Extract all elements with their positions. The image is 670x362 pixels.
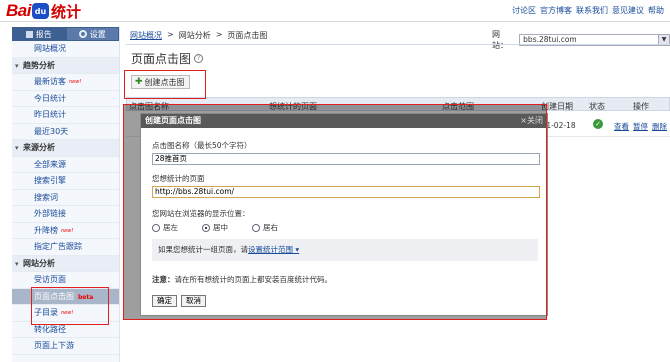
- sidebar-item[interactable]: 网站概况: [12, 41, 119, 58]
- sidebar-item[interactable]: 搜索引擎: [12, 173, 119, 190]
- sidebar-item-label: 升降榜: [34, 225, 58, 235]
- baidu-tongji-logo[interactable]: Bai du 统计: [6, 1, 81, 21]
- top-header: Bai du 统计 讨论区 官方博客 联系我们 意见建议 帮助: [0, 0, 670, 22]
- annotation-box-sidebar-heatmap: [31, 287, 109, 325]
- top-link-feedback[interactable]: 意见建议: [612, 5, 644, 16]
- baidu-paw-icon: du: [31, 3, 49, 19]
- col-status: 状态: [589, 102, 605, 111]
- tab-settings[interactable]: 设置: [65, 27, 119, 41]
- sidebar-item-label: 搜索词: [34, 192, 58, 202]
- sidebar-item-label: 网站概况: [34, 44, 66, 53]
- sidebar-item[interactable]: 搜索词: [12, 190, 119, 206]
- sidebar-item-label: 搜索引擎: [34, 176, 66, 185]
- site-dropdown-value: bbs.28tui.com: [523, 35, 577, 44]
- sidebar-item-label: 指定广告跟踪: [34, 242, 82, 251]
- action-view[interactable]: 查看: [614, 121, 629, 132]
- sidebar-item[interactable]: 今日统计: [12, 91, 119, 107]
- sidebar-item[interactable]: 指定广告跟踪: [12, 239, 119, 256]
- sidebar-item-label: 受访页面: [34, 275, 66, 284]
- tab-report[interactable]: 报告: [12, 27, 66, 41]
- sidebar-item-label: 转化路径: [34, 324, 66, 334]
- tab-settings-label: 设置: [89, 29, 106, 39]
- sidebar-item-label: 外部链接: [34, 209, 66, 218]
- sidebar-item[interactable]: 页面上下游: [12, 338, 119, 355]
- breadcrumb-current: 页面点击图: [227, 31, 268, 40]
- sidebar-item[interactable]: 昨日统计: [12, 107, 119, 124]
- logo-text-bai: Bai: [6, 1, 31, 20]
- top-link-blog[interactable]: 官方博客: [540, 5, 572, 16]
- top-links: 讨论区 官方博客 联系我们 意见建议 帮助: [512, 5, 664, 16]
- breadcrumb-separator-icon: >: [167, 30, 174, 39]
- top-link-help[interactable]: 帮助: [648, 5, 664, 16]
- action-delete[interactable]: 删除: [652, 121, 667, 132]
- logo-text-tongji: 统计: [50, 2, 81, 21]
- new-badge: new!: [69, 79, 82, 85]
- sidebar-item[interactable]: 外部链接: [12, 206, 119, 223]
- annotation-box-create-button: [124, 70, 206, 99]
- breadcrumb-analysis: 网站分析: [178, 31, 211, 40]
- tab-report-label: 报告: [35, 29, 52, 39]
- sidebar-item-label: 最近30天: [34, 126, 69, 136]
- top-link-forum[interactable]: 讨论区: [512, 5, 536, 16]
- sidebar-item[interactable]: 最近30天: [12, 124, 119, 140]
- sidebar-item-label: 趋势分析: [23, 60, 55, 70]
- breadcrumb-overview[interactable]: 网站概况: [130, 30, 162, 41]
- help-icon[interactable]: ?: [194, 54, 204, 63]
- page-title-text: 页面点击图: [131, 52, 192, 66]
- sidebar-group[interactable]: 趋势分析: [12, 57, 119, 74]
- sidebar-item-label: 最新访客: [34, 77, 66, 86]
- report-icon: [25, 30, 33, 38]
- sidebar-item-label: 全部来源: [34, 159, 66, 169]
- sidebar-item[interactable]: 升降榜 new!: [12, 223, 119, 239]
- sidebar-item-label: 页面上下游: [34, 341, 74, 350]
- new-badge: new!: [61, 227, 74, 234]
- sidebar-tabs: 报告 设置: [12, 27, 119, 41]
- annotation-box-dialog: [123, 104, 547, 320]
- divider: [126, 44, 670, 45]
- site-select-label: 网站：: [492, 30, 508, 50]
- site-selector: 网站： bbs.28tui.com ▼: [492, 29, 670, 51]
- sidebar-group[interactable]: 来源分析: [12, 140, 119, 157]
- sidebar-item[interactable]: 最新访客 new!: [12, 74, 119, 91]
- sidebar-group[interactable]: 网站分析: [12, 255, 119, 272]
- sidebar-item-label: 今日统计: [34, 93, 66, 103]
- status-ok-icon: ✓: [593, 119, 603, 129]
- gear-icon: [78, 30, 87, 38]
- action-pause[interactable]: 暂停: [633, 121, 648, 132]
- breadcrumb-separator-icon: >: [215, 30, 223, 39]
- page-title: 页面点击图 ?: [131, 50, 204, 67]
- breadcrumb: 网站概况 > 网站分析 > 页面点击图: [130, 30, 267, 41]
- sidebar-item-label: 昨日统计: [34, 110, 66, 119]
- col-actions: 操作: [633, 102, 649, 111]
- sidebar-item[interactable]: 全部来源: [12, 157, 119, 173]
- sidebar-item-label: 来源分析: [23, 143, 55, 152]
- sidebar-item-label: 网站分析: [23, 258, 55, 268]
- top-link-contact[interactable]: 联系我们: [576, 5, 608, 16]
